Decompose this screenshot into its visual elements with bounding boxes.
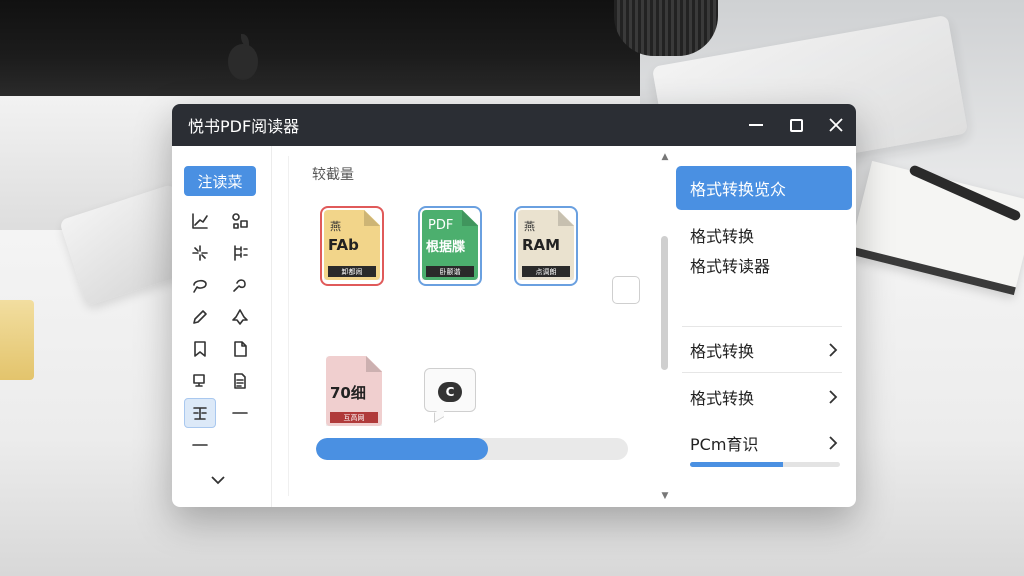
file-label-top: 燕 [524, 220, 535, 233]
tool-category-button[interactable]: 注读菜 [184, 166, 256, 196]
tool-image[interactable] [184, 366, 216, 396]
chevron-right-icon [828, 435, 838, 451]
conversion-progress [316, 438, 628, 460]
task-progress [690, 462, 840, 467]
close-icon [829, 118, 843, 132]
file-label-main: RAM [522, 236, 561, 254]
file-area: 较截量 燕 FAb 卸都闹 PDF 根据牒 卧颤谐 燕 RAM 点调朗 70细 … [290, 146, 658, 507]
file-label-top: 燕 [330, 220, 341, 233]
file-label-strip: 互高网 [330, 412, 378, 423]
close-button[interactable] [816, 104, 856, 146]
file-label-main: 根据牒 [426, 240, 466, 255]
separator [682, 372, 842, 373]
app-window: 悦书PDF阅读器 注读菜 较截量 燕 FAb 卸都闹 PDF 根据牒 卧颤谐 燕… [172, 104, 856, 507]
minimize-button[interactable] [736, 104, 776, 146]
file-label-top: PDF [428, 218, 454, 233]
tool-palette: 注读菜 [172, 146, 272, 507]
shapes-icon [232, 213, 248, 229]
file-card-1[interactable]: 燕 FAb 卸都闹 [320, 206, 384, 286]
separator [682, 326, 842, 327]
maximize-button[interactable] [776, 104, 816, 146]
sticky-note [0, 300, 34, 380]
tool-shapes[interactable] [224, 206, 256, 236]
window-content: 注读菜 较截量 燕 FAb 卸都闹 PDF 根据牒 卧颤谐 燕 RAM 点调朗 … [172, 146, 856, 507]
convert-menu-item-1[interactable]: 格式转换 [676, 332, 848, 368]
title-bar[interactable]: 悦书PDF阅读器 [172, 104, 856, 146]
panel-divider [288, 156, 289, 496]
window-title: 悦书PDF阅读器 [188, 117, 300, 136]
tool-document[interactable] [224, 366, 256, 396]
dash-icon [232, 412, 248, 414]
scroll-thumb[interactable] [661, 236, 668, 370]
page-curl-icon [234, 341, 247, 357]
convert-menu-item-3[interactable]: PCm育识 [676, 425, 848, 461]
tool-page-curl[interactable] [224, 334, 256, 364]
chat-file-card[interactable]: C [424, 368, 480, 423]
tool-line-chart[interactable] [184, 206, 216, 236]
pen-cup [614, 0, 718, 56]
file-label-strip: 点调朗 [522, 266, 570, 277]
tool-bookmark[interactable] [184, 334, 216, 364]
select-checkbox[interactable] [612, 276, 640, 304]
monitor-screen [0, 0, 640, 96]
scroll-down-icon[interactable]: ▼ [659, 491, 671, 501]
tool-pencil[interactable] [184, 302, 216, 332]
page-fold [366, 356, 382, 372]
tool-grid [184, 206, 264, 462]
menu-item-label: 格式转换 [690, 342, 755, 361]
stamp-icon [232, 309, 248, 325]
conversion-progress-fill [316, 438, 488, 460]
file-label-main: FAb [328, 236, 359, 254]
file-card-4[interactable]: 70细 互高网 [322, 352, 386, 432]
sparkle-icon [192, 245, 208, 261]
convert-menu-item-2[interactable]: 格式转换 [676, 379, 848, 415]
section-label: 较截量 [312, 167, 354, 183]
menu-item-label: PCm育识 [690, 435, 759, 454]
bookmark-icon [194, 341, 206, 357]
link-icon [233, 279, 246, 292]
maximize-icon [789, 118, 803, 132]
scroll-up-icon[interactable]: ▲ [659, 152, 671, 162]
file-label-main: 70细 [330, 384, 366, 402]
minimize-icon [749, 124, 763, 126]
chevron-down-icon [211, 476, 225, 485]
line-chart-icon [192, 213, 208, 229]
tool-stamp[interactable] [224, 302, 256, 332]
convert-option-line-2: 格式转读器 [690, 257, 771, 276]
right-panel: 格式转换览众 格式转换 格式转读器 格式转换 格式转换 PCm育识 [672, 146, 856, 507]
tool-link[interactable] [224, 270, 256, 300]
lasso-icon [193, 279, 207, 293]
tool-dash[interactable] [224, 398, 256, 428]
tool-sparkle[interactable] [184, 238, 216, 268]
task-progress-fill [690, 462, 783, 467]
file-card-2[interactable]: PDF 根据牒 卧颤谐 [418, 206, 482, 286]
menu-item-label: 格式转换 [690, 389, 755, 408]
convert-option-line-1: 格式转换 [690, 227, 755, 246]
text-frame-icon [193, 407, 207, 420]
convert-primary-button[interactable]: 格式转换览众 [676, 166, 852, 210]
chat-glyph: C [438, 382, 462, 402]
convert-option-block[interactable]: 格式转换 格式转读器 [690, 222, 770, 282]
image-icon [193, 374, 205, 387]
file-label-strip: 卸都闹 [328, 266, 376, 277]
vertical-scrollbar[interactable]: ▲ ▼ [658, 146, 672, 507]
tools-expand-button[interactable] [208, 472, 228, 488]
file-card-3[interactable]: 燕 RAM 点调朗 [514, 206, 578, 286]
apple-logo-icon [228, 34, 258, 80]
tree-icon [234, 245, 248, 261]
chevron-right-icon [828, 342, 838, 358]
tool-tree[interactable] [224, 238, 256, 268]
file-label-strip: 卧颤谐 [426, 266, 474, 277]
document-icon [234, 373, 246, 389]
tool-text-frame[interactable] [184, 398, 216, 428]
tool-minus[interactable] [184, 430, 216, 460]
tool-lasso[interactable] [184, 270, 216, 300]
pencil-icon [193, 310, 207, 324]
minus-icon [192, 444, 208, 446]
chevron-right-icon [828, 389, 838, 405]
